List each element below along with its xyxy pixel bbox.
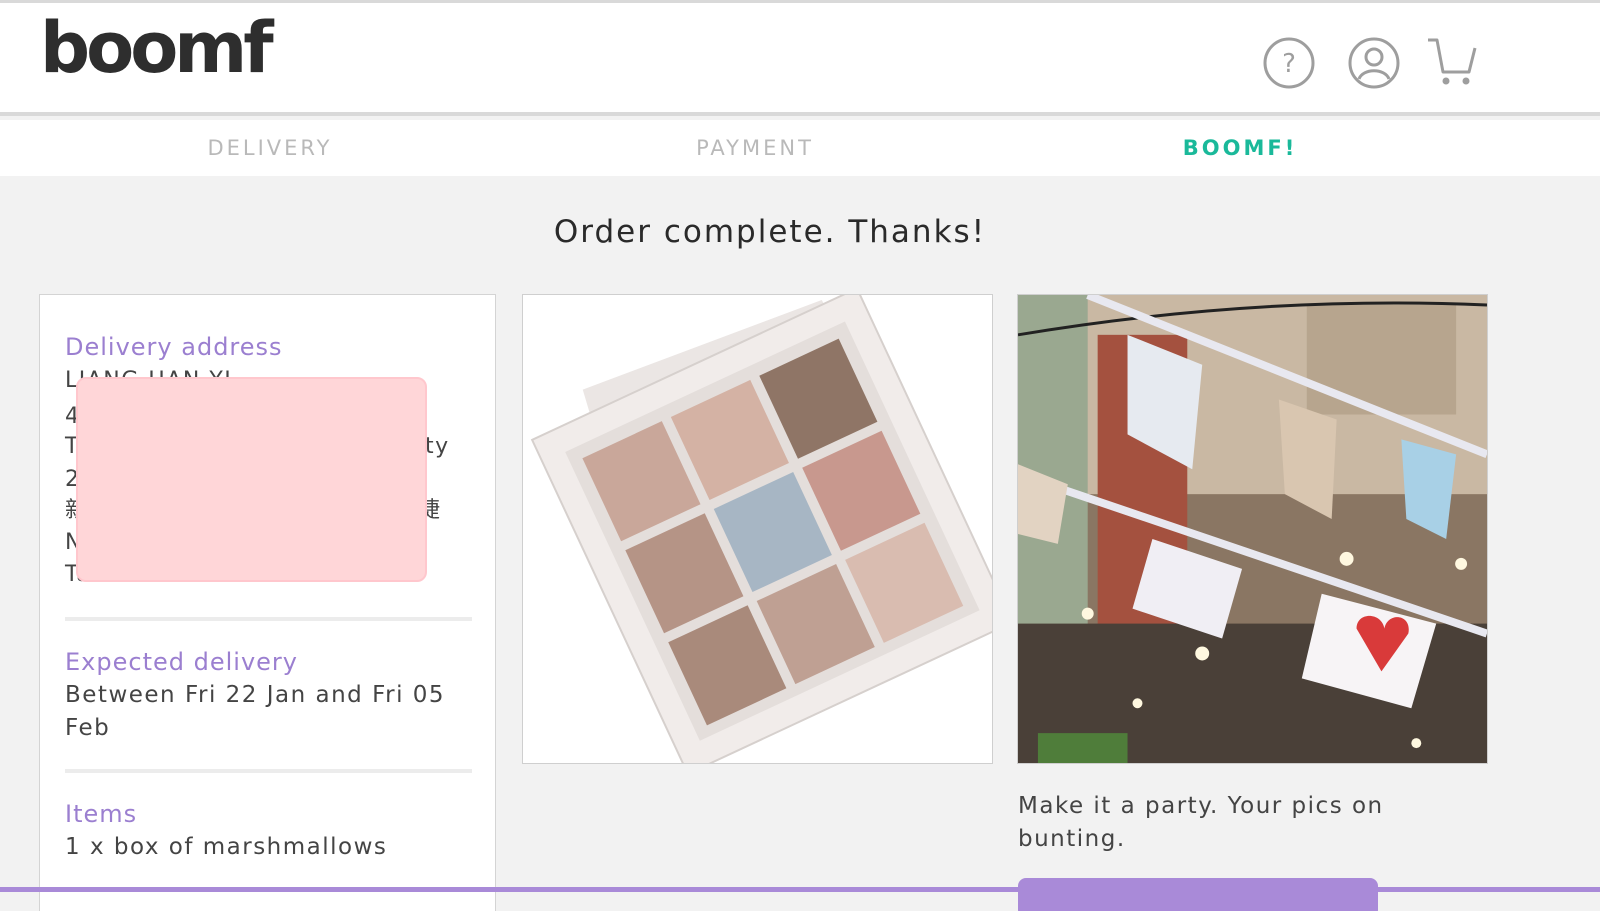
account-icon[interactable]: [1347, 36, 1401, 90]
step-delivery[interactable]: DELIVERY: [120, 136, 420, 160]
items-label: Items: [65, 800, 138, 828]
checkout-steps: DELIVERY PAYMENT BOOMF!: [0, 120, 1600, 176]
bunting-image: [1017, 294, 1488, 764]
expected-delivery-value: Between Fri 22 Jan and Fri 05 Feb: [65, 682, 446, 741]
promo-button[interactable]: [1018, 878, 1378, 911]
svg-text:?: ?: [1282, 49, 1296, 79]
bottom-accent-bar: [0, 887, 1600, 892]
expected-delivery-label: Expected delivery: [65, 648, 298, 676]
help-icon[interactable]: ?: [1262, 36, 1316, 90]
items-value: 1 x box of marshmallows: [65, 834, 388, 860]
boomf-logo[interactable]: boomf: [40, 13, 274, 83]
step-payment[interactable]: PAYMENT: [605, 136, 905, 160]
delivery-address-label: Delivery address: [65, 333, 283, 361]
site-header: boomf ?: [0, 3, 1600, 116]
promo-text: Make it a party. Your pics on bunting.: [1018, 793, 1384, 852]
order-summary-card: Delivery address LIANG HAN YI 4 T ty 2 新…: [39, 294, 496, 911]
step-boomf[interactable]: BOOMF!: [1090, 136, 1390, 160]
marshmallow-box-image: [522, 294, 993, 764]
redaction-box: [76, 377, 427, 582]
cart-icon[interactable]: [1425, 36, 1479, 90]
divider: [65, 769, 472, 773]
divider: [65, 617, 472, 621]
page-title: Order complete. Thanks!: [553, 214, 987, 250]
address-line-fragment: ty: [425, 434, 450, 459]
